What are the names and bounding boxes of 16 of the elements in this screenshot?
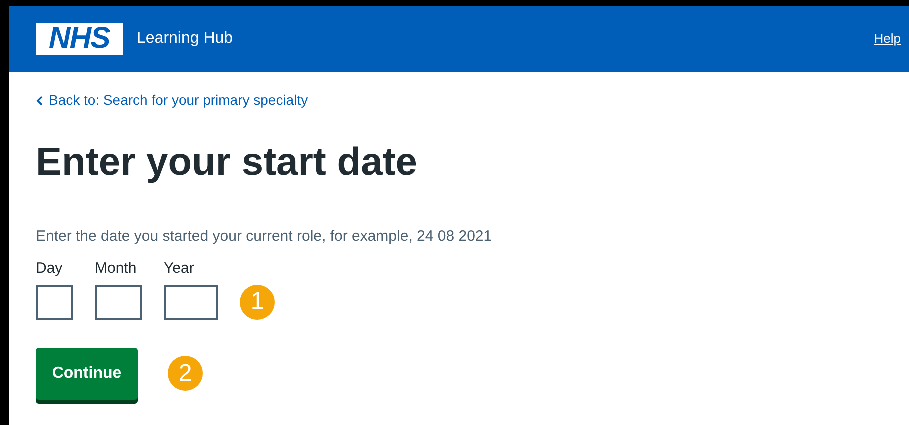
date-input-field[interactable] [95,284,142,320]
date-input-field[interactable] [36,284,73,320]
nhs-logo[interactable]: NHS [36,23,123,55]
step-number-badge: 1 [240,284,275,320]
hint-text: Enter the date you started your current role, for example, 24 08 2021 [36,226,494,247]
date-field-label: Month [95,259,138,280]
help-link[interactable]: Help [874,29,901,49]
chevron-left-icon [36,96,43,106]
date-input-field[interactable] [164,284,218,320]
page-heading: Enter your start date [36,140,418,186]
back-link[interactable]: Back to: Search for your primary specialty [36,90,909,111]
step-number-badge: 2 [168,356,203,392]
continue-button[interactable]: Continue [36,348,138,400]
date-field-label: Year [164,259,196,280]
service-name: Learning Hub [137,29,234,49]
date-field-label: Day [36,259,64,280]
